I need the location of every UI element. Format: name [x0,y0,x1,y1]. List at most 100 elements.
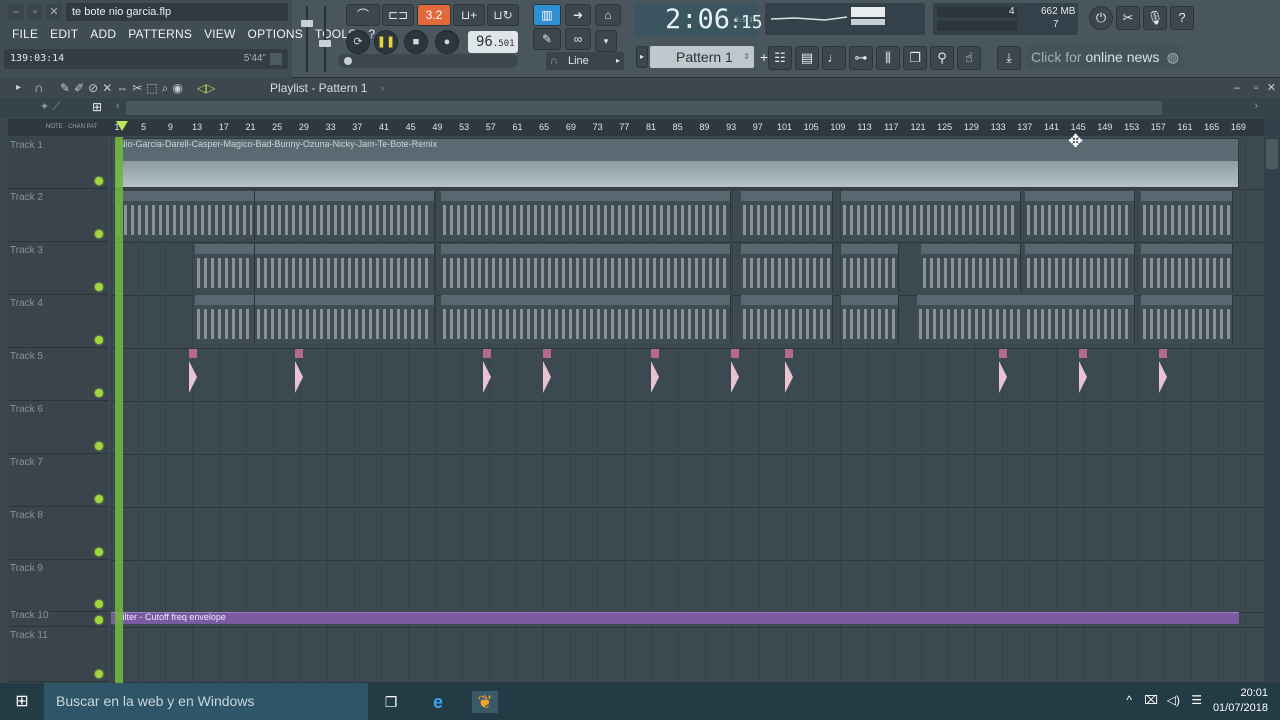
menu-patterns[interactable]: PATTERNS [122,25,198,43]
track-header[interactable]: Track 8 [8,507,108,560]
close-icon[interactable]: ✕ [46,4,62,20]
track-enable-led[interactable] [95,336,103,344]
pattern-clip[interactable] [741,295,833,343]
track-header[interactable]: Track 11 [8,627,108,682]
fl-studio-taskbar-icon[interactable]: ❦ [472,691,498,713]
pattern-clip[interactable] [1025,295,1135,343]
chevron-down-icon[interactable]: ▾ [595,30,617,52]
track-header[interactable]: Track 6 [8,401,108,454]
marker-clip[interactable] [1159,349,1167,393]
cut-icon[interactable]: ✂ [1116,6,1140,30]
magnet-icon[interactable]: ∩ [34,79,43,97]
slip-tool-icon[interactable]: ⇔ [116,79,128,97]
track-enable-led[interactable] [95,670,103,678]
track-enable-led[interactable] [95,616,103,624]
playhead-marker-icon[interactable] [116,121,128,131]
marker-clip[interactable] [731,349,739,393]
minimize-icon[interactable]: – [8,4,24,20]
pattern-clip[interactable] [441,295,731,343]
song-position-display[interactable]: 2:06:15 B:S:T [635,3,763,37]
horizontal-scrollbar[interactable]: ✦ ⟋ ⊞ ‹ › [0,98,1280,118]
pattern-play-icon[interactable]: ▸ [636,46,648,68]
taskbar-clock[interactable]: 20:01 01/07/2018 [1208,686,1268,716]
track-enable-led[interactable] [95,177,103,185]
pattern-song-toggle-icon[interactable]: ⟳ [346,30,370,54]
step-edit-icon[interactable]: ⊔+ [453,4,485,26]
playback-tool-icon[interactable]: ◉ [172,79,182,97]
menu-options[interactable]: OPTIONS [242,25,309,43]
plugin-icon[interactable]: ⚲ [930,46,954,70]
slice-tool-icon[interactable]: ✂ [132,79,142,97]
pencil-icon[interactable]: ✎ [533,28,561,50]
master-pitch-slider[interactable] [318,6,332,72]
typing-keyboard-icon[interactable]: ▥ [533,4,561,26]
restore-icon[interactable]: ▫ [27,4,43,20]
windows-start-icon[interactable]: ⊞ [0,683,44,720]
horizontal-slider[interactable] [338,54,518,68]
network-icon[interactable]: ⌧ [1144,693,1158,707]
playlist-grid[interactable]: Nio-Garcia-Darell-Casper-Magico-Bad-Bunn… [111,137,1264,683]
master-volume-slider[interactable] [300,6,314,72]
track-header[interactable]: Track 5 [8,348,108,401]
wait-record-icon[interactable]: ⊏⊐ [382,4,414,26]
zoom-tool-icon[interactable]: ⌕ [162,79,169,97]
track-enable-led[interactable] [95,230,103,238]
hat-icon[interactable]: ⌂ [595,4,621,26]
pause-button[interactable]: ❚❚ [374,30,398,54]
playlist-menu-icon[interactable]: ▸ [16,79,21,97]
volume-icon[interactable]: ◁) [1167,693,1180,707]
marker-clip[interactable] [785,349,793,393]
mute-tool-icon[interactable]: ✕ [102,79,112,97]
metronome-icon[interactable]: ⌒ [346,4,380,26]
marker-clip[interactable] [295,349,303,393]
track-enable-led[interactable] [95,442,103,450]
touch-icon[interactable]: ☝ [957,46,981,70]
playlist-maximize-icon[interactable]: ▫ [1254,79,1258,97]
draw-tool-icon[interactable]: ✎ [60,79,70,97]
snap-selector[interactable]: ∩ Line ▸ [546,52,624,70]
delete-tool-icon[interactable]: ⊘ [88,79,98,97]
pattern-clip[interactable] [841,295,899,343]
track-header[interactable]: Track 9 [8,560,108,612]
menu-file[interactable]: FILE [6,25,44,43]
record-button[interactable]: ● [435,30,459,54]
track-header[interactable]: Track 3 [8,242,108,295]
marker-clip[interactable] [1079,349,1087,393]
track-header[interactable]: Track 10 [8,610,108,627]
track-enable-led[interactable] [95,600,103,608]
track-header[interactable]: Track 4 [8,295,108,348]
menu-view[interactable]: VIEW [198,25,241,43]
track-enable-led[interactable] [95,283,103,291]
add-pattern-icon[interactable]: + [760,46,768,68]
pattern-clip[interactable] [1141,295,1233,343]
timeline-ruler[interactable]: 1 5 9 13 17 21 25 29 33 37 41 45 49 53 57 61 65 69 73 77 81 8… [111,119,1264,136]
pattern-clip[interactable] [841,191,1021,239]
task-view-icon[interactable]: ❒ [380,691,402,713]
playlist-icon[interactable]: ☷ [768,46,792,70]
pattern-clip[interactable] [255,295,435,343]
scroll-right-icon[interactable]: › [1254,100,1258,112]
microphone-icon[interactable]: 🎙 [1143,6,1167,30]
edge-browser-icon[interactable]: e [427,691,449,713]
pattern-clip[interactable] [741,191,833,239]
notifications-icon[interactable]: ☰ [1191,693,1202,707]
pattern-clip[interactable] [921,244,1021,292]
pattern-clip[interactable] [195,244,255,292]
taskbar-search[interactable]: Buscar en la web y en Windows [44,683,368,720]
link-icon[interactable]: ∞ [565,28,591,50]
marker-clip[interactable] [999,349,1007,393]
select-tool-icon[interactable]: ⬚ [146,79,157,97]
pattern-clip[interactable] [917,295,1027,343]
pattern-clip[interactable] [195,295,255,343]
playlist-minimize-icon[interactable]: – [1234,79,1240,97]
stop-button[interactable]: ■ [404,30,428,54]
piano-keys-icon[interactable]: ⊞ [92,100,102,114]
scrollbar-thumb[interactable] [126,101,1162,115]
pattern-clip[interactable] [841,244,899,292]
pattern-clip[interactable] [441,244,731,292]
playlist-close-icon[interactable]: ✕ [1267,79,1276,97]
power-icon[interactable]: ⏻ [1089,6,1113,30]
help-icon[interactable]: ? [1170,6,1194,30]
browser-icon[interactable]: ⊶ [849,46,873,70]
track-header[interactable]: Track 2 [8,189,108,242]
